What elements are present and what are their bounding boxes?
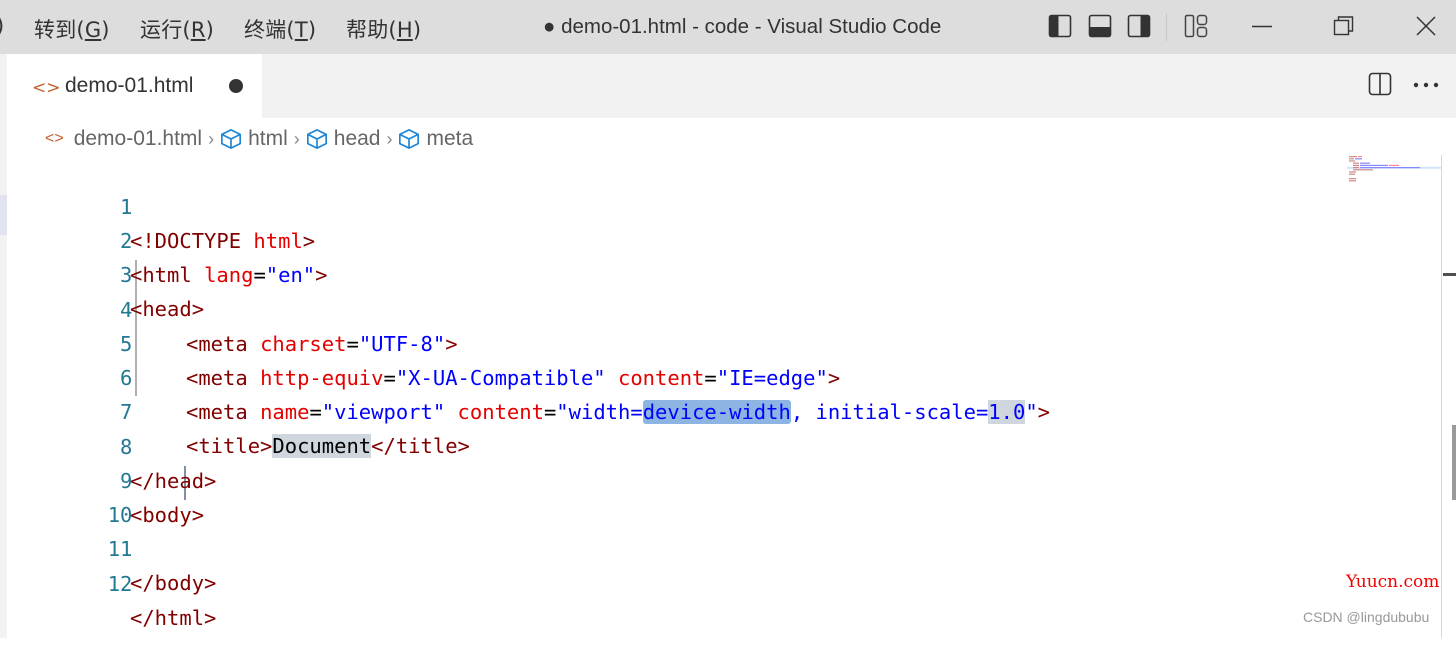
watermark-site: Yuucn.com <box>1346 572 1440 592</box>
code-line: 3 <head> <box>7 224 1337 321</box>
watermark-author: CSDN @lingdububu <box>1303 609 1430 625</box>
breadcrumb-item-head[interactable]: head <box>334 127 381 151</box>
gutter-current-line-mark <box>0 195 7 235</box>
symbol-element-icon <box>221 129 242 149</box>
html-file-icon: <> <box>45 130 64 147</box>
code-line: 10 <box>7 464 1337 527</box>
breadcrumb-item-html[interactable]: html <box>248 127 288 151</box>
code-line: 1 <!DOCTYPE html> <box>7 156 1337 253</box>
menu-terminal-accel: T <box>294 18 308 42</box>
menu-terminal-label: 终端 <box>244 18 287 42</box>
token: </body> <box>130 571 217 595</box>
menu-go-label: 转到 <box>34 18 77 42</box>
menu-go-accel: G <box>84 18 102 42</box>
code-line: 9 <body> <box>7 430 1337 527</box>
code-line: 8 </head> <box>7 396 1337 493</box>
symbol-element-icon <box>399 129 420 149</box>
chevron-right-icon: › <box>386 128 393 149</box>
code-line: 11 </body> <box>7 498 1337 595</box>
breadcrumb-item-meta[interactable]: meta <box>426 127 473 151</box>
scrollbar-cursor-marker <box>1443 273 1456 276</box>
activity-edge <box>0 54 7 638</box>
code-line: 2 <html lang="en"> <box>7 190 1337 287</box>
code-line-current: 6 <meta name="viewport" content="width=d… <box>7 327 1337 424</box>
restore-icon[interactable] <box>1332 14 1356 38</box>
menu-go[interactable]: 转到(G) <box>34 14 110 44</box>
minimize-icon[interactable] <box>1250 14 1274 38</box>
menu-terminal[interactable]: 终端(T) <box>244 14 316 44</box>
toggle-panel-icon[interactable] <box>1088 14 1112 38</box>
chevron-right-icon: › <box>208 128 215 149</box>
toggle-primary-sidebar-icon[interactable] <box>1048 14 1072 38</box>
tab-label[interactable]: demo-01.html <box>65 74 193 98</box>
close-icon[interactable] <box>1414 14 1438 38</box>
code-line: 4 <meta charset="UTF-8"> <box>7 259 1337 356</box>
breadcrumb: <> demo-01.html › html › head › meta <box>45 124 473 154</box>
html-file-icon: <> <box>32 78 61 98</box>
breadcrumb-item-file[interactable]: demo-01.html <box>74 127 202 151</box>
menu-run[interactable]: 运行(R) <box>140 14 214 44</box>
chevron-right-icon: › <box>293 128 300 149</box>
code-line: 12 </html> <box>7 533 1337 630</box>
symbol-element-icon <box>306 129 327 149</box>
line-number: 12 <box>107 572 133 596</box>
more-actions-icon[interactable] <box>1412 80 1440 90</box>
vertical-scrollbar[interactable] <box>1441 155 1442 638</box>
code-line: 5 <meta http-equiv="X-UA-Compatible" con… <box>7 293 1337 390</box>
menu-run-accel: R <box>190 18 206 42</box>
titlebar-divider <box>1166 13 1167 41</box>
toggle-secondary-sidebar-icon[interactable] <box>1127 14 1151 38</box>
code-line: 7 <title>Document</title> <box>7 361 1337 458</box>
unsaved-dot-icon[interactable] <box>229 79 243 93</box>
menu-item-partial[interactable]: ) <box>0 14 4 38</box>
title-bar: ) 转到(G) 运行(R) 终端(T) 帮助(H) ● demo-01.html… <box>0 0 1456 54</box>
menu-help[interactable]: 帮助(H) <box>346 14 421 44</box>
split-editor-icon[interactable] <box>1368 72 1392 96</box>
menu-help-label: 帮助 <box>346 18 389 42</box>
minimap[interactable] <box>1347 155 1441 185</box>
window-title: ● demo-01.html - code - Visual Studio Co… <box>543 15 942 38</box>
menu-help-accel: H <box>396 18 413 42</box>
menu-run-label: 运行 <box>140 18 183 42</box>
customize-layout-icon[interactable] <box>1184 14 1208 38</box>
scrollbar-thumb[interactable] <box>1452 425 1456 500</box>
token: </html> <box>130 606 217 630</box>
